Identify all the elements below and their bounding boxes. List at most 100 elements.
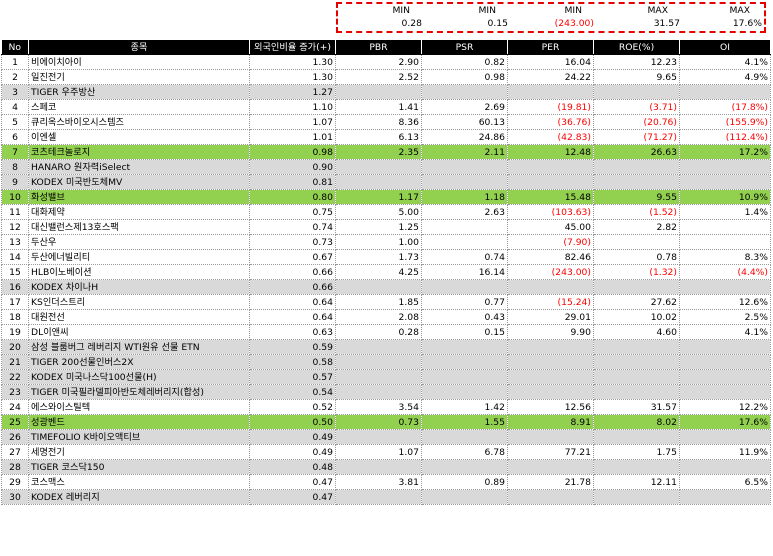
table-row[interactable]: 20 삼성 블룸버그 레버리지 WTI원유 선물 ETN 0.59 <box>1 339 771 355</box>
roe-cell: 9.55 <box>593 189 680 205</box>
table-row[interactable]: 29 코스맥스 0.47 3.81 0.89 21.78 12.11 6.5% <box>1 474 771 490</box>
foreign-ratio-cell: 1.30 <box>249 54 336 70</box>
table-row[interactable]: 9 KODEX 미국반도체MV 0.81 <box>1 174 771 190</box>
per-cell: (243.00) <box>507 264 594 280</box>
row-number: 6 <box>1 129 29 145</box>
table-row[interactable]: 11 대화제약 0.75 5.00 2.63 (103.63) (1.52) 1.4% <box>1 204 771 220</box>
table-row[interactable]: 17 KS인더스트리 0.64 1.85 0.77 (15.24) 27.62 12.6% <box>1 294 771 310</box>
oi-cell: 4.1% <box>679 324 771 340</box>
foreign-ratio-cell: 0.58 <box>249 354 336 370</box>
per-cell: 8.91 <box>507 414 594 430</box>
row-number: 15 <box>1 264 29 280</box>
table-row[interactable]: 12 대신밸런스제13호스팩 0.74 1.25 45.00 2.82 <box>1 219 771 235</box>
roe-cell <box>593 234 680 250</box>
oi-cell <box>679 219 771 235</box>
table-row[interactable]: 14 두산에너빌리티 0.67 1.73 0.74 82.46 0.78 8.3% <box>1 249 771 265</box>
row-number: 9 <box>1 174 29 190</box>
oi-cell <box>679 159 771 175</box>
header-no[interactable]: No <box>1 40 29 55</box>
oi-cell: 12.2% <box>679 399 771 415</box>
summary-value-oi: 17.6% <box>732 18 762 29</box>
table-row[interactable]: 10 화성밸브 0.80 1.17 1.18 15.48 9.55 10.9% <box>1 189 771 205</box>
row-number: 30 <box>1 489 29 505</box>
foreign-ratio-cell: 0.98 <box>249 144 336 160</box>
pbr-cell <box>335 429 422 445</box>
foreign-ratio-cell: 0.64 <box>249 309 336 325</box>
row-number: 14 <box>1 249 29 265</box>
summary-value-pbr: 0.28 <box>401 18 422 29</box>
oi-cell <box>679 384 771 400</box>
row-number: 2 <box>1 69 29 85</box>
psr-cell: 2.11 <box>421 144 508 160</box>
psr-cell: 2.69 <box>421 99 508 115</box>
table-row[interactable]: 4 스페코 1.10 1.41 2.69 (19.81) (3.71) (17.8%) <box>1 99 771 115</box>
roe-cell <box>593 429 680 445</box>
foreign-ratio-cell: 0.66 <box>249 279 336 295</box>
per-cell <box>507 489 594 505</box>
oi-cell: 4.9% <box>679 69 771 85</box>
table-row[interactable]: 6 이엔셀 1.01 6.13 24.86 (42.83) (71.27) (112.4%) <box>1 129 771 145</box>
table-row[interactable]: 16 KODEX 차이나H 0.66 <box>1 279 771 295</box>
psr-cell: 60.13 <box>421 114 508 130</box>
row-number: 10 <box>1 189 29 205</box>
header-pbr[interactable]: PBR <box>335 40 422 55</box>
row-number: 18 <box>1 309 29 325</box>
oi-cell <box>679 489 771 505</box>
table-row[interactable]: 1 비에이치아이 1.30 2.90 0.82 16.04 12.23 4.1% <box>1 54 771 70</box>
pbr-cell: 0.73 <box>335 414 422 430</box>
header-psr[interactable]: PSR <box>421 40 508 55</box>
psr-cell <box>421 384 508 400</box>
row-number: 12 <box>1 219 29 235</box>
per-cell <box>507 459 594 475</box>
stock-name: TIGER 미국필라델피아반도체레버리지(합성) <box>28 384 250 400</box>
per-cell: 12.56 <box>507 399 594 415</box>
table-row[interactable]: 3 TIGER 우주방산 1.27 <box>1 84 771 100</box>
header-roe[interactable]: ROE(%) <box>593 40 680 55</box>
stock-name: 대화제약 <box>28 204 250 220</box>
table-row[interactable]: 2 일진전기 1.30 2.52 0.98 24.22 9.65 4.9% <box>1 69 771 85</box>
oi-cell <box>679 279 771 295</box>
table-row[interactable]: 23 TIGER 미국필라델피아반도체레버리지(합성) 0.54 <box>1 384 771 400</box>
table-row[interactable]: 27 세명전기 0.49 1.07 6.78 77.21 1.75 11.9% <box>1 444 771 460</box>
foreign-ratio-cell: 0.59 <box>249 339 336 355</box>
pbr-cell: 1.85 <box>335 294 422 310</box>
table-row[interactable]: 24 에스와이스틸텍 0.52 3.54 1.42 12.56 31.57 12.2% <box>1 399 771 415</box>
table-row[interactable]: 5 큐리옥스바이오시스템즈 1.07 8.36 60.13 (36.76) (20.76)(… <box>1 114 771 130</box>
table-row[interactable]: 28 TIGER 코스닥150 0.48 <box>1 459 771 475</box>
table-row[interactable]: 8 HANARO 원자력iSelect 0.90 <box>1 159 771 175</box>
header-name[interactable]: 종목 <box>28 40 250 55</box>
stock-name: 비에이치아이 <box>28 54 250 70</box>
table-row[interactable]: 7 코츠테크놀로지 0.98 2.35 2.11 12.48 26.63 17.2% <box>1 144 771 160</box>
header-per[interactable]: PER <box>507 40 594 55</box>
table-row[interactable]: 15 HLB이노베이션 0.66 4.25 16.14 (243.00) (1.32) (4.… <box>1 264 771 280</box>
table-row[interactable]: 18 대원전선 0.64 2.08 0.43 29.01 10.02 2.5% <box>1 309 771 325</box>
stock-name: TIMEFOLIO K바이오액티브 <box>28 429 250 445</box>
stock-name: KS인더스트리 <box>28 294 250 310</box>
table-row[interactable]: 13 두산우 0.73 1.00 (7.90) <box>1 234 771 250</box>
stock-name: 에스와이스틸텍 <box>28 399 250 415</box>
per-cell: (42.83) <box>507 129 594 145</box>
roe-cell: 1.75 <box>593 444 680 460</box>
foreign-ratio-cell: 1.27 <box>249 84 336 100</box>
table-row[interactable]: 19 DL이앤씨 0.63 0.28 0.15 9.90 4.60 4.1% <box>1 324 771 340</box>
table-row[interactable]: 26 TIMEFOLIO K바이오액티브 0.49 <box>1 429 771 445</box>
row-number: 21 <box>1 354 29 370</box>
oi-cell <box>679 84 771 100</box>
stock-name: 화성밸브 <box>28 189 250 205</box>
stock-name: 대신밸런스제13호스팩 <box>28 219 250 235</box>
table-row[interactable]: 30 KODEX 레버리지 0.47 <box>1 489 771 505</box>
oi-cell: 10.9% <box>679 189 771 205</box>
table-row[interactable]: 21 TIGER 200선물인버스2X 0.58 <box>1 354 771 370</box>
table-row[interactable]: 25 성광벤드 0.50 0.73 1.55 8.91 8.02 17.6% <box>1 414 771 430</box>
per-cell <box>507 159 594 175</box>
pbr-cell <box>335 459 422 475</box>
psr-cell: 0.98 <box>421 69 508 85</box>
table-row[interactable]: 22 KODEX 미국나스닥100선물(H) 0.57 <box>1 369 771 385</box>
foreign-ratio-cell: 0.49 <box>249 429 336 445</box>
pbr-cell <box>335 489 422 505</box>
pbr-cell <box>335 279 422 295</box>
header-oi[interactable]: OI <box>679 40 771 55</box>
psr-cell <box>421 219 508 235</box>
header-foreign-ratio[interactable]: 외국인비율 증가(+) <box>249 40 336 55</box>
psr-cell: 0.43 <box>421 309 508 325</box>
